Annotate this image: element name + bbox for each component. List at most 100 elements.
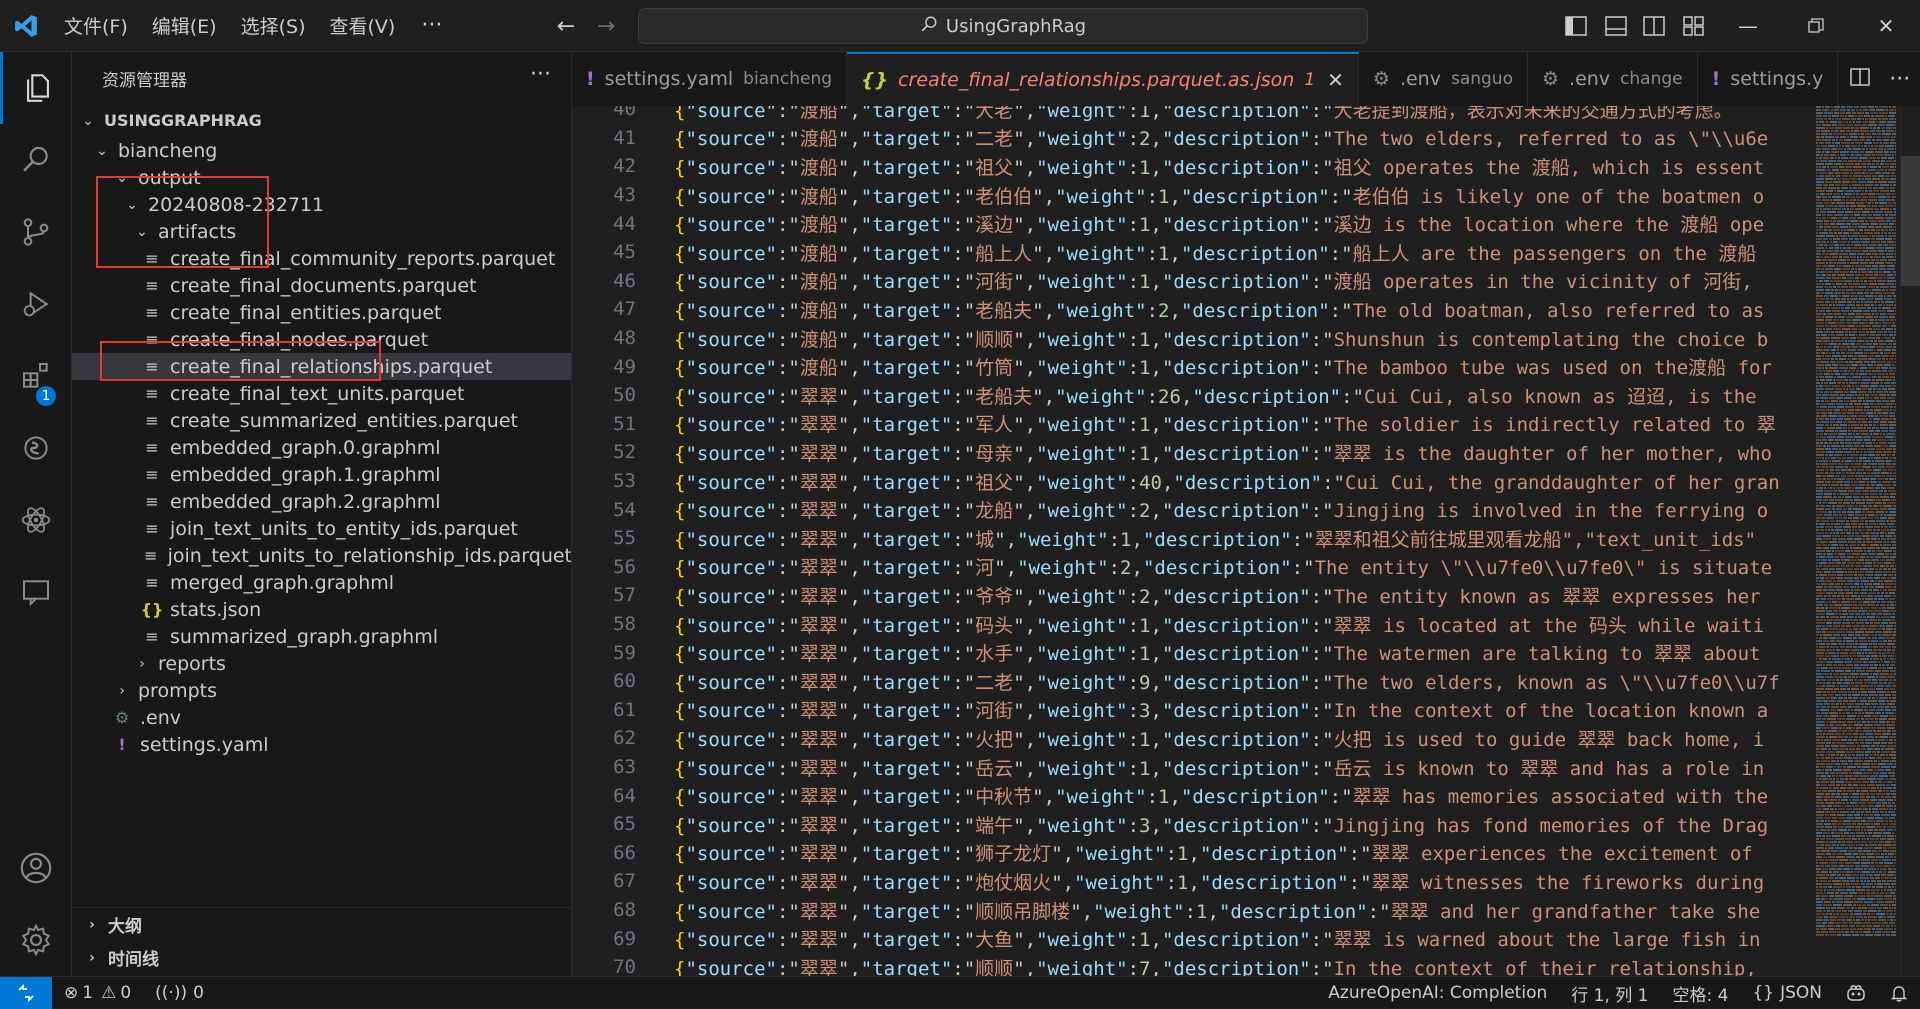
editor-tab[interactable]: ⚙ .env sanguo [1358, 52, 1528, 106]
editor-scrollbar[interactable] [1900, 106, 1920, 976]
notifications-bell-icon[interactable] [1878, 977, 1920, 1009]
code-line[interactable]: 65 {"source":"翠翠","target":"端午","weight":… [572, 810, 1792, 839]
restore-icon[interactable] [1786, 0, 1846, 52]
code-line[interactable]: 44 {"source":"渡船","target":"溪边","weight":… [572, 209, 1792, 238]
code-line[interactable]: 46 {"source":"渡船","target":"河街","weight":… [572, 267, 1792, 296]
code-line[interactable]: 64 {"source":"翠翠","target":"中秋节","weight"… [572, 781, 1792, 810]
explorer-more-button[interactable]: ··· [530, 62, 551, 87]
editor-more-icon[interactable]: ··· [1889, 67, 1910, 92]
tree-folder[interactable]: › reports [72, 650, 571, 677]
customize-layout-icon[interactable] [1680, 12, 1708, 40]
toggle-panel-icon[interactable] [1602, 12, 1630, 40]
tree-folder[interactable]: › prompts [72, 677, 571, 704]
code-line[interactable]: 54 {"source":"翠翠","target":"龙船","weight":… [572, 495, 1792, 524]
cursor-position[interactable]: 行 1, 列 1 [1559, 977, 1660, 1009]
react-atom-icon[interactable] [0, 484, 72, 556]
tree-file[interactable]: ≡ embedded_graph.0.graphml [72, 434, 571, 461]
language-mode[interactable]: {} JSON [1740, 977, 1834, 1009]
tree-file[interactable]: ⚙ .env [72, 704, 571, 731]
code-line[interactable]: 59 {"source":"翠翠","target":"水手","weight":… [572, 638, 1792, 667]
code-line[interactable]: 60 {"source":"翠翠","target":"二老","weight":… [572, 667, 1792, 696]
code-line[interactable]: 40 {"source":"渡船","target":"大老","weight":… [572, 106, 1792, 124]
code-line[interactable]: 47 {"source":"渡船","target":"老船夫","weight"… [572, 295, 1792, 324]
outline-section[interactable]: › 大纲 [72, 908, 571, 941]
code-line[interactable]: 45 {"source":"渡船","target":"船上人","weight"… [572, 238, 1792, 267]
copilot-icon[interactable] [1834, 977, 1878, 1009]
tree-file[interactable]: ≡ create_final_documents.parquet [72, 272, 571, 299]
extensions-icon[interactable]: 1 [0, 340, 72, 412]
toggle-primary-sidebar-icon[interactable] [1562, 12, 1590, 40]
tree-folder[interactable]: ⌄ output [72, 164, 571, 191]
code-editor[interactable]: 40 {"source":"渡船","target":"大老","weight":… [572, 106, 1920, 976]
tree-file[interactable]: ≡ create_final_nodes.parquet [72, 326, 571, 353]
tree-file[interactable]: ≡ create_final_relationships.parquet [72, 353, 571, 380]
tree-file[interactable]: ≡ join_text_units_to_relationship_ids.par… [72, 542, 571, 569]
menu-edit[interactable]: 编辑(E) [140, 8, 229, 44]
minimize-icon[interactable]: — [1718, 0, 1778, 52]
close-window-icon[interactable]: ✕ [1856, 0, 1916, 52]
code-line[interactable]: 69 {"source":"翠翠","target":"大鱼","weight":… [572, 924, 1792, 953]
tree-file[interactable]: ≡ embedded_graph.1.graphml [72, 461, 571, 488]
editor-tab[interactable]: ⚙ .env change [1527, 52, 1698, 106]
back-arrow-icon[interactable]: ← [550, 10, 582, 42]
tree-file[interactable]: ≡ create_final_entities.parquet [72, 299, 571, 326]
run-debug-icon[interactable] [0, 268, 72, 340]
tree-folder[interactable]: ⌄ artifacts [72, 218, 571, 245]
menu-selection[interactable]: 选择(S) [229, 8, 318, 44]
code-line[interactable]: 67 {"source":"翠翠","target":"炮仗烟火","weight… [572, 867, 1792, 896]
code-line[interactable]: 66 {"source":"翠翠","target":"狮子龙灯","weight… [572, 839, 1792, 868]
forward-arrow-icon[interactable]: → [590, 10, 622, 42]
search-icon[interactable] [0, 124, 72, 196]
tree-folder[interactable]: ⌄ 20240808-232711 [72, 191, 571, 218]
code-line[interactable]: 43 {"source":"渡船","target":"老伯伯","weight"… [572, 181, 1792, 210]
code-line[interactable]: 62 {"source":"翠翠","target":"火把","weight":… [572, 724, 1792, 753]
code-line[interactable]: 52 {"source":"翠翠","target":"母亲","weight":… [572, 438, 1792, 467]
editor-tab[interactable]: {} create_final_relationships.parquet.as.… [847, 52, 1359, 106]
code-line[interactable]: 57 {"source":"翠翠","target":"爷爷","weight":… [572, 581, 1792, 610]
settings-gear-icon[interactable] [0, 904, 72, 976]
indentation-status[interactable]: 空格: 4 [1661, 977, 1741, 1009]
ports-indicator[interactable]: ((·)) 0 [143, 977, 216, 1009]
tree-file[interactable]: ≡ create_final_text_units.parquet [72, 380, 571, 407]
toggle-secondary-sidebar-icon[interactable] [1640, 12, 1668, 40]
code-line[interactable]: 63 {"source":"翠翠","target":"岳云","weight":… [572, 753, 1792, 782]
code-line[interactable]: 49 {"source":"渡船","target":"竹筒","weight":… [572, 352, 1792, 381]
source-control-icon[interactable] [0, 196, 72, 268]
remote-explorer-icon[interactable] [0, 412, 72, 484]
code-line[interactable]: 53 {"source":"翠翠","target":"祖父","weight":… [572, 467, 1792, 496]
tree-file[interactable]: ≡ embedded_graph.2.graphml [72, 488, 571, 515]
code-line[interactable]: 41 {"source":"渡船","target":"二老","weight":… [572, 124, 1792, 153]
code-line[interactable]: 56 {"source":"翠翠","target":"河","weight":2… [572, 553, 1792, 582]
minimap[interactable] [1812, 106, 1900, 976]
chat-panel-icon[interactable] [0, 556, 72, 628]
code-line[interactable]: 68 {"source":"翠翠","target":"顺顺吊脚楼","weigh… [572, 896, 1792, 925]
code-line[interactable]: 61 {"source":"翠翠","target":"河街","weight":… [572, 696, 1792, 725]
problems-indicator[interactable]: ⊗ 1 ⚠ 0 [52, 977, 143, 1009]
code-line[interactable]: 55 {"source":"翠翠","target":"城","weight":1… [572, 524, 1792, 553]
scrollbar-thumb[interactable] [1901, 156, 1920, 286]
command-center-search[interactable]: UsingGraphRag [638, 8, 1368, 44]
menu-file[interactable]: 文件(F) [52, 8, 140, 44]
ai-status[interactable]: AzureOpenAI: Completion [1316, 977, 1559, 1009]
tree-file[interactable]: ≡ create_summarized_entities.parquet [72, 407, 571, 434]
close-tab-icon[interactable]: ✕ [1327, 68, 1344, 92]
code-line[interactable]: 51 {"source":"翠翠","target":"军人","weight":… [572, 410, 1792, 439]
code-line[interactable]: 48 {"source":"渡船","target":"顺顺","weight":… [572, 324, 1792, 353]
code-line[interactable]: 42 {"source":"渡船","target":"祖父","weight":… [572, 152, 1792, 181]
timeline-section[interactable]: › 时间线 [72, 941, 571, 974]
tree-file[interactable]: ≡ summarized_graph.graphml [72, 623, 571, 650]
code-line[interactable]: 50 {"source":"翠翠","target":"老船夫","weight"… [572, 381, 1792, 410]
code-line[interactable]: 70 {"source":"翠翠","target":"顺顺","weight":… [572, 953, 1792, 976]
tree-folder[interactable]: ⌄ biancheng [72, 137, 571, 164]
menu-view[interactable]: 查看(V) [318, 8, 408, 44]
account-icon[interactable] [0, 832, 72, 904]
explorer-icon[interactable] [0, 52, 72, 124]
split-editor-icon[interactable] [1850, 67, 1870, 92]
remote-indicator-icon[interactable] [0, 976, 52, 1009]
tree-file[interactable]: ≡ merged_graph.graphml [72, 569, 571, 596]
workspace-root[interactable]: ⌄ USINGGRAPHRAG [72, 104, 571, 137]
tree-file[interactable]: ≡ create_final_community_reports.parquet [72, 245, 571, 272]
tree-file[interactable]: {} stats.json [72, 596, 571, 623]
tree-file[interactable]: ≡ join_text_units_to_entity_ids.parquet [72, 515, 571, 542]
editor-tab[interactable]: ! settings.y [1697, 52, 1839, 106]
